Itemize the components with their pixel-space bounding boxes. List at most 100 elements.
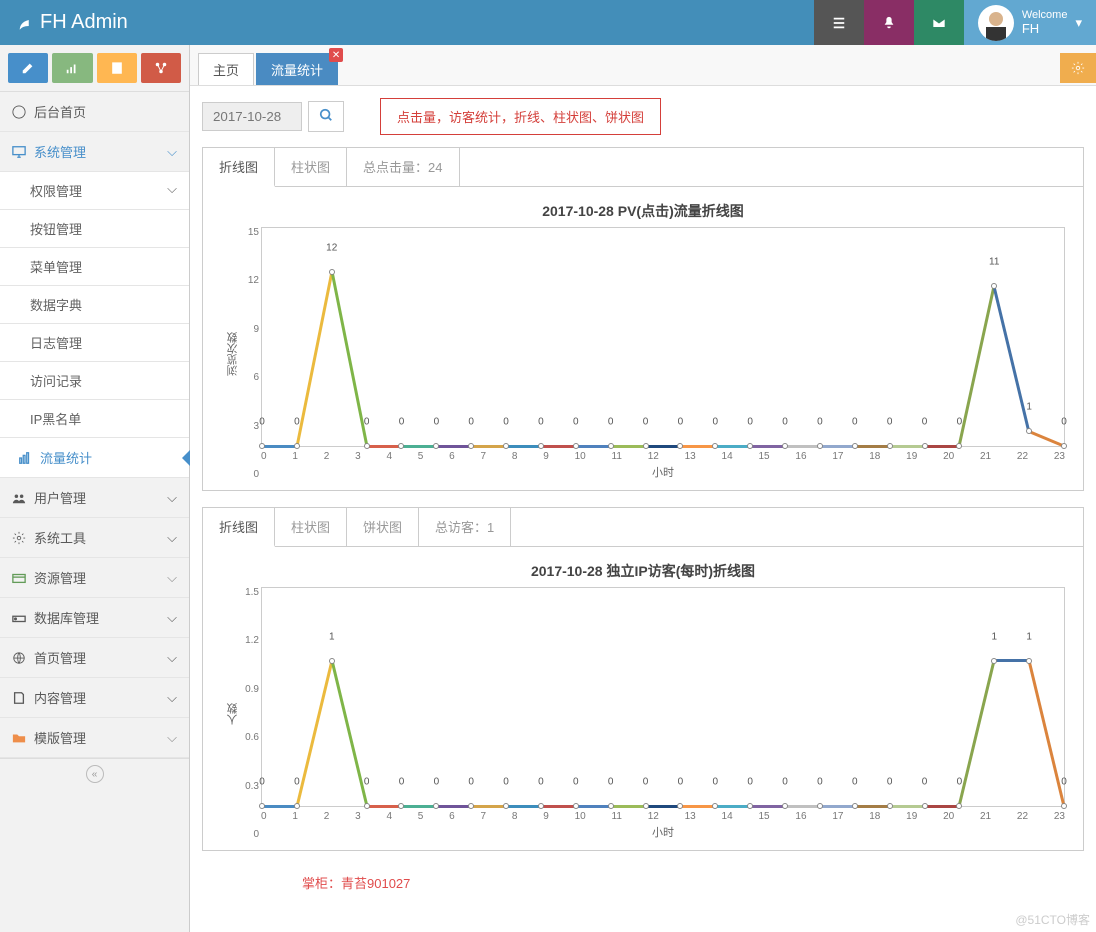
chart-tab-bar[interactable]: 柱状图 bbox=[275, 508, 347, 546]
chevron-down-icon: ⌵ bbox=[167, 530, 177, 546]
y-axis-label: 浏览次数 bbox=[225, 332, 241, 376]
chevron-down-icon: ⌵ bbox=[167, 490, 177, 506]
sidebar-item-content[interactable]: 内容管理 ⌵ bbox=[0, 678, 189, 718]
tasks-button[interactable] bbox=[814, 0, 864, 45]
chart-tab-line[interactable]: 折线图 bbox=[203, 508, 275, 547]
sidebar-item-label: 日志管理 bbox=[30, 336, 82, 351]
collapse-sidebar-button[interactable]: « bbox=[0, 758, 189, 789]
sidebar-item-homepage[interactable]: 首页管理⌵ bbox=[0, 638, 189, 678]
book2-icon bbox=[12, 691, 26, 705]
chart-canvas: 001000000000000000000110 bbox=[261, 587, 1065, 807]
sidebar-item-label: 按钮管理 bbox=[30, 222, 82, 237]
sidebar-item-label: 访问记录 bbox=[30, 374, 82, 389]
tab-traffic[interactable]: 流量统计✕ bbox=[256, 53, 338, 85]
username: FH bbox=[1022, 21, 1068, 36]
ip-panel: 折线图 柱状图 饼状图 总访客：1 2017-10-28 独立IP访客(每时)折… bbox=[202, 507, 1084, 851]
sidebar-item-menu-mgmt[interactable]: 菜单管理 bbox=[0, 248, 189, 286]
y-axis-label: 人数 bbox=[225, 703, 241, 725]
x-ticks: 01234567891011121314151617181920212223 bbox=[261, 447, 1065, 464]
chevron-down-icon: ⌵ bbox=[167, 181, 177, 200]
y-ticks: 15129630 bbox=[243, 227, 259, 480]
share-button[interactable] bbox=[141, 53, 181, 83]
desktop-icon bbox=[12, 145, 26, 159]
x-ticks: 01234567891011121314151617181920212223 bbox=[261, 807, 1065, 824]
sidebar-item-label: 数据字典 bbox=[30, 298, 82, 313]
sidebar-item-resources[interactable]: 资源管理⌵ bbox=[0, 558, 189, 598]
welcome-label: Welcome bbox=[1022, 9, 1068, 21]
user-menu[interactable]: Welcome FH ▾ bbox=[964, 0, 1096, 45]
sidebar-item-log[interactable]: 日志管理 bbox=[0, 324, 189, 362]
sidebar-item-label: 内容管理 bbox=[34, 688, 86, 707]
tab-home[interactable]: 主页 bbox=[198, 53, 254, 85]
brand-text: FH Admin bbox=[40, 11, 128, 34]
chevron-left-icon: « bbox=[86, 765, 104, 783]
sidebar-item-label: 权限管理 bbox=[30, 181, 82, 200]
topbar-right: Welcome FH ▾ bbox=[814, 0, 1096, 45]
sidebar-item-label: 模版管理 bbox=[34, 728, 86, 747]
topbar: FH Admin Welcome FH ▾ bbox=[0, 0, 1096, 45]
chart-canvas: 00120000000000000000001110 bbox=[261, 227, 1065, 447]
x-axis-label: 小时 bbox=[261, 464, 1065, 480]
pencil-icon bbox=[21, 61, 35, 75]
chart-tab-pie[interactable]: 饼状图 bbox=[347, 508, 419, 546]
sidebar-item-tools[interactable]: 系统工具 ⌵ bbox=[0, 518, 189, 558]
search-button[interactable] bbox=[308, 101, 344, 132]
page-tabs: 主页 流量统计✕ bbox=[190, 45, 1096, 86]
sidebar-item-template[interactable]: 模版管理 ⌵ bbox=[0, 718, 189, 758]
chevron-down-icon: ⌵ bbox=[167, 144, 177, 160]
mail-button[interactable] bbox=[914, 0, 964, 45]
chart-tab-bar[interactable]: 柱状图 bbox=[275, 148, 347, 186]
content: 点击量，访客统计，折线、柱状图、饼状图 折线图 柱状图 总点击量：24 2017… bbox=[190, 86, 1096, 932]
sidebar-item-button-mgmt[interactable]: 按钮管理 bbox=[0, 210, 189, 248]
sidebar-item-label: 首页管理 bbox=[34, 648, 86, 667]
chevron-down-icon: ⌵ bbox=[167, 610, 177, 626]
avatar bbox=[978, 5, 1014, 41]
sidebar-item-blacklist[interactable]: IP黑名单 bbox=[0, 400, 189, 438]
settings-button[interactable] bbox=[1060, 53, 1096, 83]
sidebar-item-label: 资源管理 bbox=[34, 568, 86, 587]
sidebar-item-visit[interactable]: 访问记录 bbox=[0, 362, 189, 400]
sidebar-item-label: 数据库管理 bbox=[34, 608, 99, 627]
tasks-icon bbox=[832, 16, 846, 30]
card-icon bbox=[12, 571, 26, 585]
gear-icon bbox=[1071, 61, 1085, 75]
sidebar-item-database[interactable]: 数据库管理 ⌵ bbox=[0, 598, 189, 638]
search-row: 点击量，访客统计，折线、柱状图、饼状图 bbox=[202, 98, 1084, 135]
edit-button[interactable] bbox=[8, 53, 48, 83]
sidebar-item-users[interactable]: 用户管理⌵ bbox=[0, 478, 189, 518]
main: 主页 流量统计✕ 点击量，访客统计，折线、柱状图、饼状图 折线图 柱状图 总点击… bbox=[190, 45, 1096, 932]
brand[interactable]: FH Admin bbox=[0, 11, 144, 34]
panel-tabs: 折线图 柱状图 饼状图 总访客：1 bbox=[203, 508, 1083, 547]
sidebar-item-system[interactable]: 系统管理⌵ bbox=[0, 132, 189, 172]
sidebar-item-label: 系统工具 bbox=[34, 528, 86, 547]
sidebar-item-label: 后台首页 bbox=[34, 102, 86, 121]
total-clicks: 总点击量：24 bbox=[347, 148, 459, 186]
chart-tab-line[interactable]: 折线图 bbox=[203, 148, 275, 187]
sidebar-item-traffic[interactable]: 流量统计 bbox=[0, 438, 189, 478]
quick-buttons bbox=[0, 45, 189, 92]
chart-icon bbox=[18, 451, 32, 465]
mail-icon bbox=[932, 16, 946, 30]
watermark: @51CTO博客 bbox=[1015, 911, 1090, 928]
hdd-icon bbox=[12, 611, 26, 625]
chevron-down-icon: ⌵ bbox=[167, 730, 177, 746]
users-icon bbox=[12, 491, 26, 505]
chevron-down-icon: ⌵ bbox=[167, 690, 177, 706]
docs-button[interactable] bbox=[97, 53, 137, 83]
globe-icon bbox=[12, 651, 26, 665]
sidebar-item-label: 菜单管理 bbox=[30, 260, 82, 275]
stats-button[interactable] bbox=[52, 53, 92, 83]
sidebar-item-label: IP黑名单 bbox=[30, 412, 81, 427]
sidebar-item-label: 流量统计 bbox=[40, 448, 92, 467]
cogs-icon bbox=[154, 61, 168, 75]
chart-title: 2017-10-28 独立IP访客(每时)折线图 bbox=[221, 561, 1065, 581]
close-icon[interactable]: ✕ bbox=[329, 48, 343, 62]
y-ticks: 1.51.20.90.60.30 bbox=[243, 587, 259, 840]
footer-note: 掌柜：青苔901027 bbox=[202, 867, 1084, 892]
sidebar-item-dict[interactable]: 数据字典 bbox=[0, 286, 189, 324]
sidebar-item-dashboard[interactable]: 后台首页 bbox=[0, 92, 189, 132]
alerts-button[interactable] bbox=[864, 0, 914, 45]
sidebar-item-permission[interactable]: 权限管理 ⌵ bbox=[0, 172, 189, 210]
gear-icon bbox=[12, 531, 26, 545]
date-input[interactable] bbox=[202, 102, 302, 131]
